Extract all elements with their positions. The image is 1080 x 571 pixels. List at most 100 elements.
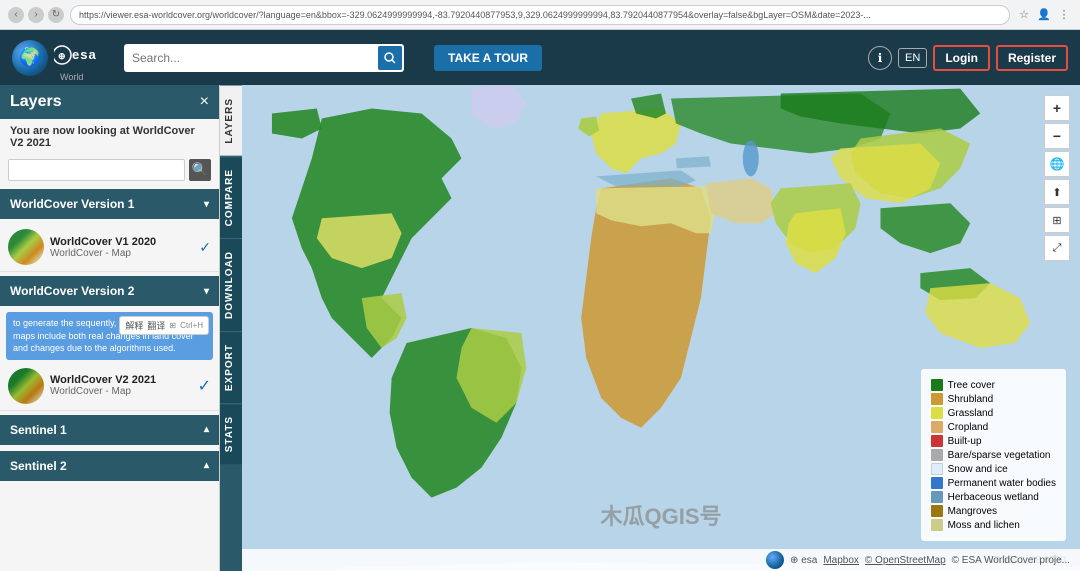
legend-item-crop: Cropland bbox=[931, 421, 1056, 433]
main-content: Layers × You are now looking at WorldCov… bbox=[0, 85, 1080, 571]
zoom-in-button[interactable]: + bbox=[1044, 95, 1070, 121]
translate-label1[interactable]: 解释 bbox=[125, 319, 143, 332]
search-button[interactable] bbox=[378, 46, 402, 70]
layer-group-s1-header[interactable]: Sentinel 1 ▴ bbox=[0, 415, 219, 445]
translate-label2[interactable]: 翻译 bbox=[147, 319, 165, 332]
info-icon[interactable]: ℹ bbox=[868, 46, 892, 70]
translate-ctrl: Ctrl+H bbox=[180, 321, 203, 330]
login-button[interactable]: Login bbox=[933, 45, 990, 71]
legend-label-mangrove: Mangroves bbox=[948, 506, 997, 517]
footer-osm[interactable]: © OpenStreetMap bbox=[865, 555, 946, 566]
translate-shortcut: ⊞ bbox=[169, 321, 176, 330]
layer-group-sentinel2: Sentinel 2 ▴ bbox=[0, 451, 219, 481]
layer-name-v2: WorldCover V2 2021 bbox=[50, 374, 192, 386]
legend-item-grass: Grassland bbox=[931, 407, 1056, 419]
map-controls: + − 🌐 ⬆ ⊞ ⤢ bbox=[1044, 95, 1070, 261]
legend-label-moss: Moss and lichen bbox=[948, 520, 1020, 531]
legend-label-wetland: Herbaceous wetland bbox=[948, 492, 1039, 503]
layer-search-input[interactable] bbox=[8, 159, 185, 181]
legend-color-moss bbox=[931, 519, 943, 531]
layer-info-v1: WorldCover V1 2020 WorldCover - Map bbox=[50, 236, 193, 259]
layer-search-button[interactable]: 🔍 bbox=[189, 159, 211, 181]
legend-color-tree bbox=[931, 379, 943, 391]
legend-label-buildup: Built-up bbox=[948, 436, 982, 447]
legend-label-crop: Cropland bbox=[948, 422, 989, 433]
legend-label-snow: Snow and ice bbox=[948, 464, 1008, 475]
layer-group-v1-title: WorldCover Version 1 bbox=[10, 197, 134, 211]
bookmark-icon[interactable]: ☆ bbox=[1016, 7, 1032, 23]
legend-color-bare bbox=[931, 449, 943, 461]
legend-item-buildup: Built-up bbox=[931, 435, 1056, 447]
legend-label-shrub: Shrubland bbox=[948, 394, 994, 405]
take-tour-button[interactable]: TAKE A TOUR bbox=[434, 45, 542, 71]
legend-color-snow bbox=[931, 463, 943, 475]
footer-worldcover: © ESA WorldCover proje... bbox=[952, 555, 1070, 566]
layer-group-sentinel1: Sentinel 1 ▴ bbox=[0, 415, 219, 445]
layer-item-v2-2021: WorldCover V2 2021 WorldCover - Map ✓ bbox=[0, 362, 219, 411]
legend-item-snow: Snow and ice bbox=[931, 463, 1056, 475]
browser-icons: ☆ 👤 ⋮ bbox=[1016, 7, 1072, 23]
layer-sub-v1: WorldCover - Map bbox=[50, 248, 193, 259]
language-button[interactable]: EN bbox=[898, 48, 927, 68]
legend-color-wetland bbox=[931, 491, 943, 503]
profile-icon[interactable]: 👤 bbox=[1036, 7, 1052, 23]
legend-color-buildup bbox=[931, 435, 943, 447]
url-text: https://viewer.esa-worldcover.org/worldc… bbox=[79, 10, 871, 20]
panel-title: Layers bbox=[10, 93, 62, 111]
esa-logo: ⊕ esa bbox=[54, 44, 104, 71]
legend-color-shrub bbox=[931, 393, 943, 405]
browser-chrome: ‹ › ↻ https://viewer.esa-worldcover.org/… bbox=[0, 0, 1080, 30]
layer-group-worldcover-v2: WorldCover Version 2 ▾ bbox=[0, 276, 219, 306]
layer-group-v1-header[interactable]: WorldCover Version 1 ▾ bbox=[0, 189, 219, 219]
legend-item-mangrove: Mangroves bbox=[931, 505, 1056, 517]
footer-mapbox[interactable]: Mapbox bbox=[823, 555, 859, 566]
legend-label-water: Permanent water bodies bbox=[948, 478, 1056, 489]
fullscreen-button[interactable]: ⤢ bbox=[1044, 235, 1070, 261]
legend-color-mangrove bbox=[931, 505, 943, 517]
sidebar-tab-compare[interactable]: COMPARE bbox=[220, 156, 242, 238]
tooltip-container: to generate the sequently, changes betwe… bbox=[6, 312, 213, 360]
zoom-out-button[interactable]: − bbox=[1044, 123, 1070, 149]
legend-item-shrub: Shrubland bbox=[931, 393, 1056, 405]
register-button[interactable]: Register bbox=[996, 45, 1068, 71]
legend-color-crop bbox=[931, 421, 943, 433]
map-area[interactable]: + − 🌐 ⬆ ⊞ ⤢ Tree cover Shrubland bbox=[242, 85, 1080, 571]
footer-bar: ⊕ esa Mapbox © OpenStreetMap © ESA World… bbox=[242, 549, 1080, 571]
header-actions: ℹ EN Login Register bbox=[868, 45, 1068, 71]
footer-esa-text: ⊕ esa bbox=[790, 555, 817, 566]
panel-search-bar: 🔍 bbox=[0, 155, 219, 185]
refresh-button[interactable]: ↻ bbox=[48, 7, 64, 23]
legend-label-tree: Tree cover bbox=[948, 380, 995, 391]
sidebar-tab-export[interactable]: EXPORT bbox=[220, 331, 242, 403]
layer-check-v2-active: ✓ bbox=[198, 376, 211, 396]
url-bar[interactable]: https://viewer.esa-worldcover.org/worldc… bbox=[70, 5, 1010, 25]
panel-header: Layers × bbox=[0, 85, 219, 119]
sidebar-tab-download[interactable]: DOWNLOAD bbox=[220, 238, 242, 331]
chevron-down-icon: ▾ bbox=[204, 199, 209, 210]
back-button[interactable]: ‹ bbox=[8, 7, 24, 23]
legend-item-wetland: Herbaceous wetland bbox=[931, 491, 1056, 503]
layer-group-v2-title: WorldCover Version 2 bbox=[10, 284, 134, 298]
svg-text:esa: esa bbox=[72, 47, 97, 62]
sidebar-tab-stats[interactable]: STATS bbox=[220, 403, 242, 464]
sidebar-tab-layers[interactable]: LAYERS bbox=[220, 85, 242, 156]
chevron-up-icon: ▾ bbox=[204, 286, 209, 297]
layer-name-v1: WorldCover V1 2020 bbox=[50, 236, 193, 248]
layer-check-v1: ✓ bbox=[199, 239, 211, 256]
chevron-up-s1-icon: ▴ bbox=[204, 424, 209, 435]
forward-button[interactable]: › bbox=[28, 7, 44, 23]
layer-info-v2: WorldCover V2 2021 WorldCover - Map bbox=[50, 374, 192, 397]
search-input[interactable] bbox=[124, 44, 404, 72]
header-logo: 🌍 ⊕ esa bbox=[12, 40, 104, 76]
close-panel-button[interactable]: × bbox=[200, 93, 209, 111]
layers-button[interactable]: ⊞ bbox=[1044, 207, 1070, 233]
layer-group-s2-header[interactable]: Sentinel 2 ▴ bbox=[0, 451, 219, 481]
legend-label-grass: Grassland bbox=[948, 408, 994, 419]
globe-view-button[interactable]: 🌐 bbox=[1044, 151, 1070, 177]
translate-popup: 解释 翻译 ⊞ Ctrl+H bbox=[119, 316, 209, 335]
layer-group-v2-header[interactable]: WorldCover Version 2 ▾ bbox=[0, 276, 219, 306]
settings-icon[interactable]: ⋮ bbox=[1056, 7, 1072, 23]
legend-label-bare: Bare/sparse vegetation bbox=[948, 450, 1051, 461]
app: 🌍 ⊕ esa World TAKE A TOUR ℹ EN bbox=[0, 30, 1080, 571]
share-button[interactable]: ⬆ bbox=[1044, 179, 1070, 205]
